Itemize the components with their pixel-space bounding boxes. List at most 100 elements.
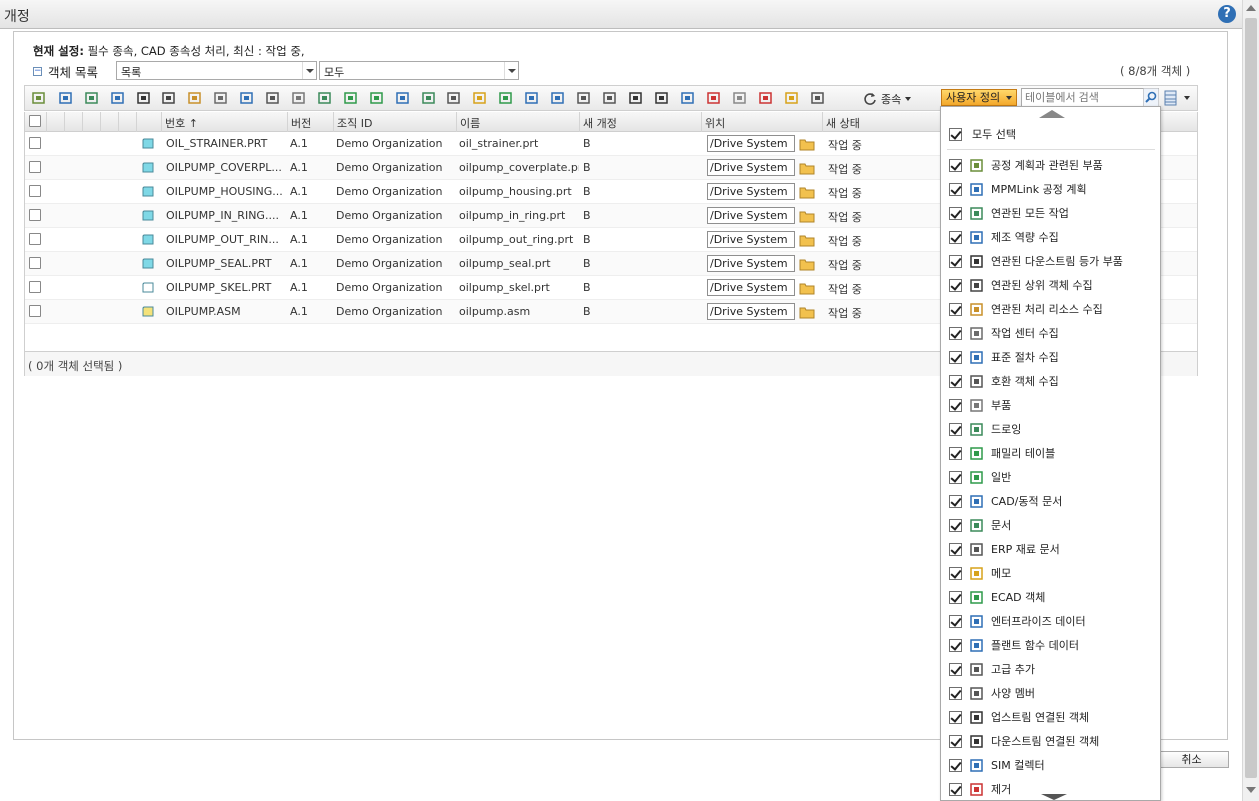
folder-icon[interactable] (799, 305, 816, 319)
process-plan-icon[interactable] (58, 90, 74, 106)
cell-number[interactable]: OILPUMP_SEAL.PRT (166, 257, 286, 270)
scroll-up-arrow-icon[interactable] (1039, 110, 1065, 118)
cell-new-revision[interactable]: B (583, 233, 623, 246)
downstream-icon[interactable] (136, 90, 152, 106)
column-option[interactable]: 작업 센터 수집 (949, 323, 1059, 343)
cell-number[interactable]: OILPUMP_IN_RING.... (166, 209, 286, 222)
enterprise-data-icon[interactable] (524, 90, 540, 106)
part-structure-icon[interactable] (31, 90, 47, 106)
column-option[interactable]: ECAD 객체 (949, 587, 1045, 607)
note-icon[interactable] (472, 90, 488, 106)
sim-collector-icon[interactable] (680, 90, 696, 106)
column-option[interactable]: 호환 객체 수집 (949, 371, 1059, 391)
column-option[interactable]: CAD/동적 문서 (949, 491, 1062, 511)
spec-member-icon[interactable] (602, 90, 618, 106)
table-search-input[interactable] (1021, 88, 1145, 107)
cell-new-state[interactable]: 작업 중 (828, 137, 908, 153)
column-option[interactable]: 사양 멤버 (949, 683, 1035, 703)
column-option[interactable]: 일반 (949, 467, 1011, 487)
option-checkbox[interactable] (949, 782, 962, 796)
cell-new-state[interactable]: 작업 중 (828, 233, 908, 249)
scroll-thumb[interactable] (1245, 18, 1257, 778)
header-org-id[interactable]: 조직 ID (334, 112, 457, 132)
location-field[interactable]: /Drive System (707, 279, 795, 296)
cell-number[interactable]: OILPUMP_HOUSING... (166, 185, 286, 198)
compatible-icon[interactable] (265, 90, 281, 106)
scroll-down-arrow-icon[interactable] (1041, 794, 1067, 800)
column-option[interactable]: 패밀리 테이블 (949, 443, 1055, 463)
document-icon[interactable] (421, 90, 437, 106)
page-scrollbar[interactable] (1242, 0, 1259, 801)
row-checkbox[interactable] (29, 281, 41, 293)
location-field[interactable]: /Drive System (707, 231, 795, 248)
location-field[interactable]: /Drive System (707, 135, 795, 152)
cell-new-state[interactable]: 작업 중 (828, 281, 908, 297)
plant-function-icon[interactable] (550, 90, 566, 106)
column-option[interactable]: 다운스트림 연결된 객체 (949, 731, 1099, 751)
folder-icon[interactable] (799, 161, 816, 175)
option-checkbox[interactable] (949, 566, 962, 580)
clear-icon[interactable] (732, 90, 748, 106)
column-option[interactable]: 표준 절차 수집 (949, 347, 1059, 367)
customize-button[interactable]: 사용자 정의 (941, 89, 1018, 106)
cell-new-state[interactable]: 작업 중 (828, 161, 908, 177)
option-checkbox[interactable] (949, 326, 962, 340)
column-option[interactable]: 고급 추가 (949, 659, 1035, 679)
operation-icon[interactable] (84, 90, 100, 106)
option-checkbox[interactable] (949, 470, 962, 484)
location-field[interactable]: /Drive System (707, 183, 795, 200)
select-all-header[interactable] (25, 112, 47, 132)
scroll-up-arrow-icon[interactable] (1246, 5, 1256, 11)
generic-icon[interactable] (369, 90, 385, 106)
row-checkbox[interactable] (29, 257, 41, 269)
header-location[interactable]: 위치 (702, 112, 823, 132)
folder-icon[interactable] (784, 90, 800, 106)
cell-new-state[interactable]: 작업 중 (828, 305, 908, 321)
option-checkbox[interactable] (949, 638, 962, 652)
collapse-icon[interactable]: − (33, 66, 42, 76)
column-option[interactable]: 제조 역량 수집 (949, 227, 1059, 247)
cad-document-icon[interactable] (395, 90, 411, 106)
cell-new-state[interactable]: 작업 중 (828, 185, 908, 201)
column-option[interactable]: 업스트림 연결된 객체 (949, 707, 1089, 727)
column-option[interactable]: 문서 (949, 515, 1011, 535)
option-checkbox[interactable] (949, 398, 962, 412)
cell-number[interactable]: OILPUMP.ASM (166, 305, 286, 318)
advanced-add-icon[interactable] (576, 90, 592, 106)
column-option[interactable]: 공정 계획과 관련된 부품 (949, 155, 1103, 175)
column-view-icon[interactable] (1164, 90, 1178, 106)
cell-new-revision[interactable]: B (583, 161, 623, 174)
option-checkbox[interactable] (949, 182, 962, 196)
select-all-option[interactable]: 모두 선택 (949, 126, 1016, 142)
cell-number[interactable]: OILPUMP_SKEL.PRT (166, 281, 286, 294)
chevron-down-icon[interactable] (1184, 96, 1190, 100)
folder-icon[interactable] (799, 281, 816, 295)
cell-number[interactable]: OILPUMP_OUT_RIN... (166, 233, 286, 246)
column-option[interactable]: 연관된 처리 리소스 수집 (949, 299, 1103, 319)
dependency-menu[interactable]: 종속 (863, 91, 912, 107)
option-checkbox[interactable] (949, 494, 962, 508)
header-new-state[interactable]: 새 상태 (823, 112, 943, 132)
option-checkbox[interactable] (949, 734, 962, 748)
option-checkbox[interactable] (949, 302, 962, 316)
cancel-button[interactable]: 취소 (1154, 751, 1229, 768)
select-all-checkbox[interactable] (949, 127, 962, 141)
location-field[interactable]: /Drive System (707, 159, 795, 176)
option-checkbox[interactable] (949, 350, 962, 364)
row-checkbox[interactable] (29, 233, 41, 245)
column-option[interactable]: 플랜트 함수 데이터 (949, 635, 1079, 655)
procedure-icon[interactable] (239, 90, 255, 106)
upstream-icon[interactable] (161, 90, 177, 106)
option-checkbox[interactable] (949, 590, 962, 604)
column-option[interactable]: 연관된 다운스트림 등가 부품 (949, 251, 1123, 271)
part-icon[interactable] (291, 90, 307, 106)
ecad-icon[interactable] (498, 90, 514, 106)
erp-icon[interactable] (446, 90, 462, 106)
option-checkbox[interactable] (949, 206, 962, 220)
column-option[interactable]: 연관된 모든 작업 (949, 203, 1069, 223)
cell-new-state[interactable]: 작업 중 (828, 209, 908, 225)
cell-new-revision[interactable]: B (583, 257, 623, 270)
view-select[interactable]: 목록 (116, 61, 317, 80)
cell-new-state[interactable]: 작업 중 (828, 257, 908, 273)
option-checkbox[interactable] (949, 710, 962, 724)
